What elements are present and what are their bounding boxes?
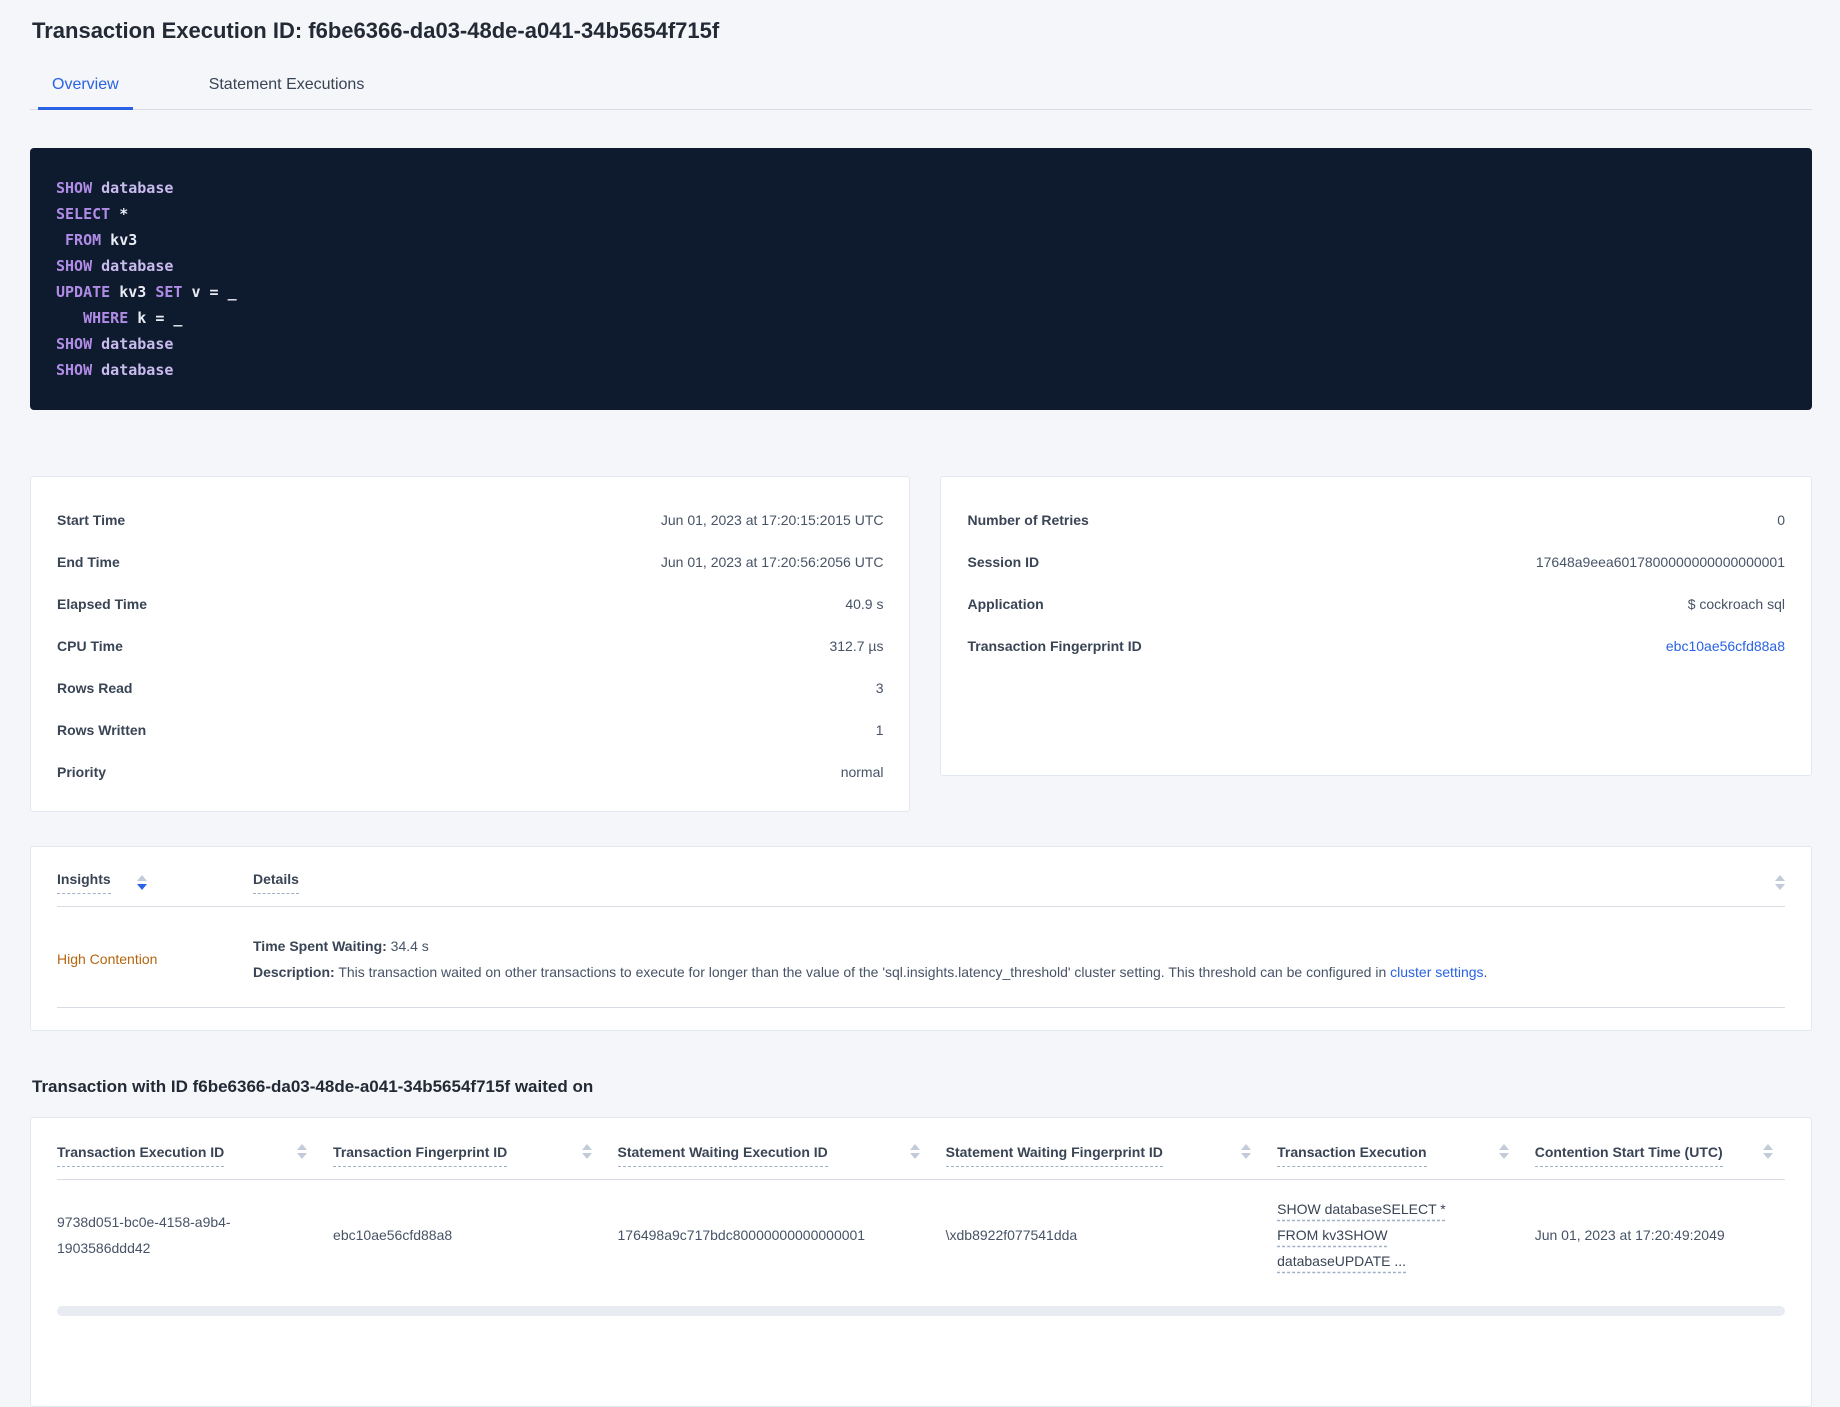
summary-row: Session ID 17648a9eea60178000000000000000… bbox=[967, 541, 1785, 583]
summary-row: Rows Read 3 bbox=[57, 667, 883, 709]
sort-icon[interactable] bbox=[1241, 1144, 1252, 1159]
rows-read-value: 3 bbox=[875, 680, 884, 696]
sort-icon[interactable] bbox=[297, 1144, 308, 1159]
summary-row: End Time Jun 01, 2023 at 17:20:56:2056 UT… bbox=[57, 541, 883, 583]
cell-transaction-fingerprint-id: ebc10ae56cfd88a8 bbox=[333, 1227, 453, 1243]
column-header-transaction-execution-id[interactable]: Transaction Execution ID bbox=[57, 1144, 225, 1167]
summary-row: Priority normal bbox=[57, 751, 883, 793]
details-column-header[interactable]: Details bbox=[253, 871, 299, 894]
summary-row: Transaction Fingerprint ID ebc10ae56cfd88… bbox=[967, 625, 1785, 667]
sql-statements-box: SHOW database SELECT * FROM kv3 SHOW dat… bbox=[30, 148, 1812, 410]
column-header-statement-waiting-execution-id[interactable]: Statement Waiting Execution ID bbox=[617, 1144, 828, 1167]
summary-row: Rows Written 1 bbox=[57, 709, 883, 751]
cluster-settings-link[interactable]: cluster settings bbox=[1390, 964, 1483, 980]
sql-line: WHERE k = _ bbox=[56, 309, 183, 327]
number-of-retries-label: Number of Retries bbox=[967, 512, 1089, 528]
tab-statement-executions[interactable]: Statement Executions bbox=[195, 72, 379, 109]
waited-table-header: Transaction Execution ID Transaction Fin… bbox=[57, 1140, 1785, 1180]
summary-row: Elapsed Time 40.9 s bbox=[57, 583, 883, 625]
sql-line: SHOW database bbox=[56, 335, 174, 353]
start-time-value: Jun 01, 2023 at 17:20:15:2015 UTC bbox=[660, 512, 884, 528]
end-time-label: End Time bbox=[57, 554, 120, 570]
sort-icon[interactable] bbox=[581, 1144, 592, 1159]
waited-table-row: 9738d051-bc0e-4158-a9b4-1903586ddd42 ebc… bbox=[57, 1180, 1785, 1294]
time-spent-waiting: Time Spent Waiting: 34.4 s bbox=[253, 938, 429, 954]
rows-written-value: 1 bbox=[875, 722, 884, 738]
high-contention-badge: High Contention bbox=[57, 951, 158, 967]
priority-value: normal bbox=[840, 764, 884, 780]
cell-statement-waiting-execution-id: 176498a9c717bdc80000000000000001 bbox=[617, 1227, 866, 1243]
summary-row: Start Time Jun 01, 2023 at 17:20:15:2015 … bbox=[57, 499, 883, 541]
sort-icon[interactable] bbox=[1498, 1144, 1509, 1159]
tab-overview[interactable]: Overview bbox=[38, 72, 133, 110]
summary-row: CPU Time 312.7 µs bbox=[57, 625, 883, 667]
insights-column-header[interactable]: Insights bbox=[57, 871, 111, 894]
summary-cards-row: Start Time Jun 01, 2023 at 17:20:15:2015 … bbox=[30, 476, 1812, 812]
sort-icon[interactable] bbox=[909, 1144, 920, 1159]
end-time-value: Jun 01, 2023 at 17:20:56:2056 UTC bbox=[660, 554, 884, 570]
sql-line: FROM kv3 bbox=[56, 231, 138, 249]
sort-icon[interactable] bbox=[1763, 1144, 1773, 1159]
page-title: Transaction Execution ID: f6be6366-da03-… bbox=[32, 18, 720, 43]
application-label: Application bbox=[967, 596, 1044, 612]
rows-read-label: Rows Read bbox=[57, 680, 133, 696]
column-header-statement-waiting-fingerprint-id[interactable]: Statement Waiting Fingerprint ID bbox=[945, 1144, 1163, 1167]
start-time-label: Start Time bbox=[57, 512, 126, 528]
transaction-details-page: Transaction Execution ID: f6be6366-da03-… bbox=[0, 0, 1840, 1407]
cpu-time-value: 312.7 µs bbox=[829, 638, 884, 654]
insight-row: High Contention Time Spent Waiting: 34.4… bbox=[57, 907, 1785, 1008]
column-header-transaction-fingerprint-id[interactable]: Transaction Fingerprint ID bbox=[333, 1144, 508, 1167]
cell-transaction-execution-id: 9738d051-bc0e-4158-a9b4-1903586ddd42 bbox=[57, 1214, 231, 1256]
execution-summary-card: Start Time Jun 01, 2023 at 17:20:15:2015 … bbox=[30, 476, 911, 812]
elapsed-time-value: 40.9 s bbox=[845, 596, 884, 612]
tab-bar: Overview Statement Executions bbox=[30, 72, 1812, 110]
column-header-contention-start-time[interactable]: Contention Start Time (UTC) bbox=[1534, 1144, 1723, 1167]
session-summary-card: Number of Retries 0 Session ID 17648a9eea6… bbox=[940, 476, 1812, 776]
insight-description: Description: This transaction waited on … bbox=[253, 964, 1488, 980]
cell-contention-start-time: Jun 01, 2023 at 17:20:49:2049 bbox=[1534, 1227, 1725, 1243]
sort-icon[interactable] bbox=[1775, 875, 1785, 890]
summary-row: Number of Retries 0 bbox=[967, 499, 1785, 541]
insights-card: Insights Details High Contention Time Sp… bbox=[30, 846, 1812, 1031]
summary-row: Application $ cockroach sql bbox=[967, 583, 1785, 625]
column-header-transaction-execution[interactable]: Transaction Execution bbox=[1277, 1144, 1427, 1167]
waited-on-heading: Transaction with ID f6be6366-da03-48de-a… bbox=[32, 1077, 594, 1096]
cell-transaction-execution-link[interactable]: SHOW databaseSELECT * FROM kv3SHOW datab… bbox=[1277, 1196, 1459, 1274]
number-of-retries-value: 0 bbox=[1777, 512, 1785, 528]
transaction-fingerprint-id-link[interactable]: ebc10ae56cfd88a8 bbox=[1666, 638, 1785, 654]
rows-written-label: Rows Written bbox=[57, 722, 147, 738]
sql-line: SHOW database bbox=[56, 361, 174, 379]
transaction-fingerprint-id-label: Transaction Fingerprint ID bbox=[967, 638, 1142, 654]
application-value: $ cockroach sql bbox=[1687, 596, 1785, 612]
sql-line: SHOW database bbox=[56, 179, 174, 197]
session-id-value: 17648a9eea6017800000000000000001 bbox=[1535, 554, 1785, 570]
sort-icon[interactable] bbox=[136, 875, 147, 890]
cpu-time-label: CPU Time bbox=[57, 638, 123, 654]
sql-line: SHOW database bbox=[56, 257, 174, 275]
priority-label: Priority bbox=[57, 764, 107, 780]
elapsed-time-label: Elapsed Time bbox=[57, 596, 148, 612]
insights-table-header: Insights Details bbox=[57, 865, 1785, 907]
session-id-label: Session ID bbox=[967, 554, 1040, 570]
waited-on-table-card: Transaction Execution ID Transaction Fin… bbox=[30, 1117, 1812, 1407]
sql-line: SELECT * bbox=[56, 205, 129, 223]
table-horizontal-scrollbar[interactable] bbox=[57, 1306, 1785, 1316]
cell-statement-waiting-fingerprint-id: \xdb8922f077541dda bbox=[945, 1227, 1078, 1243]
sql-line: UPDATE kv3 SET v = _ bbox=[56, 283, 237, 301]
